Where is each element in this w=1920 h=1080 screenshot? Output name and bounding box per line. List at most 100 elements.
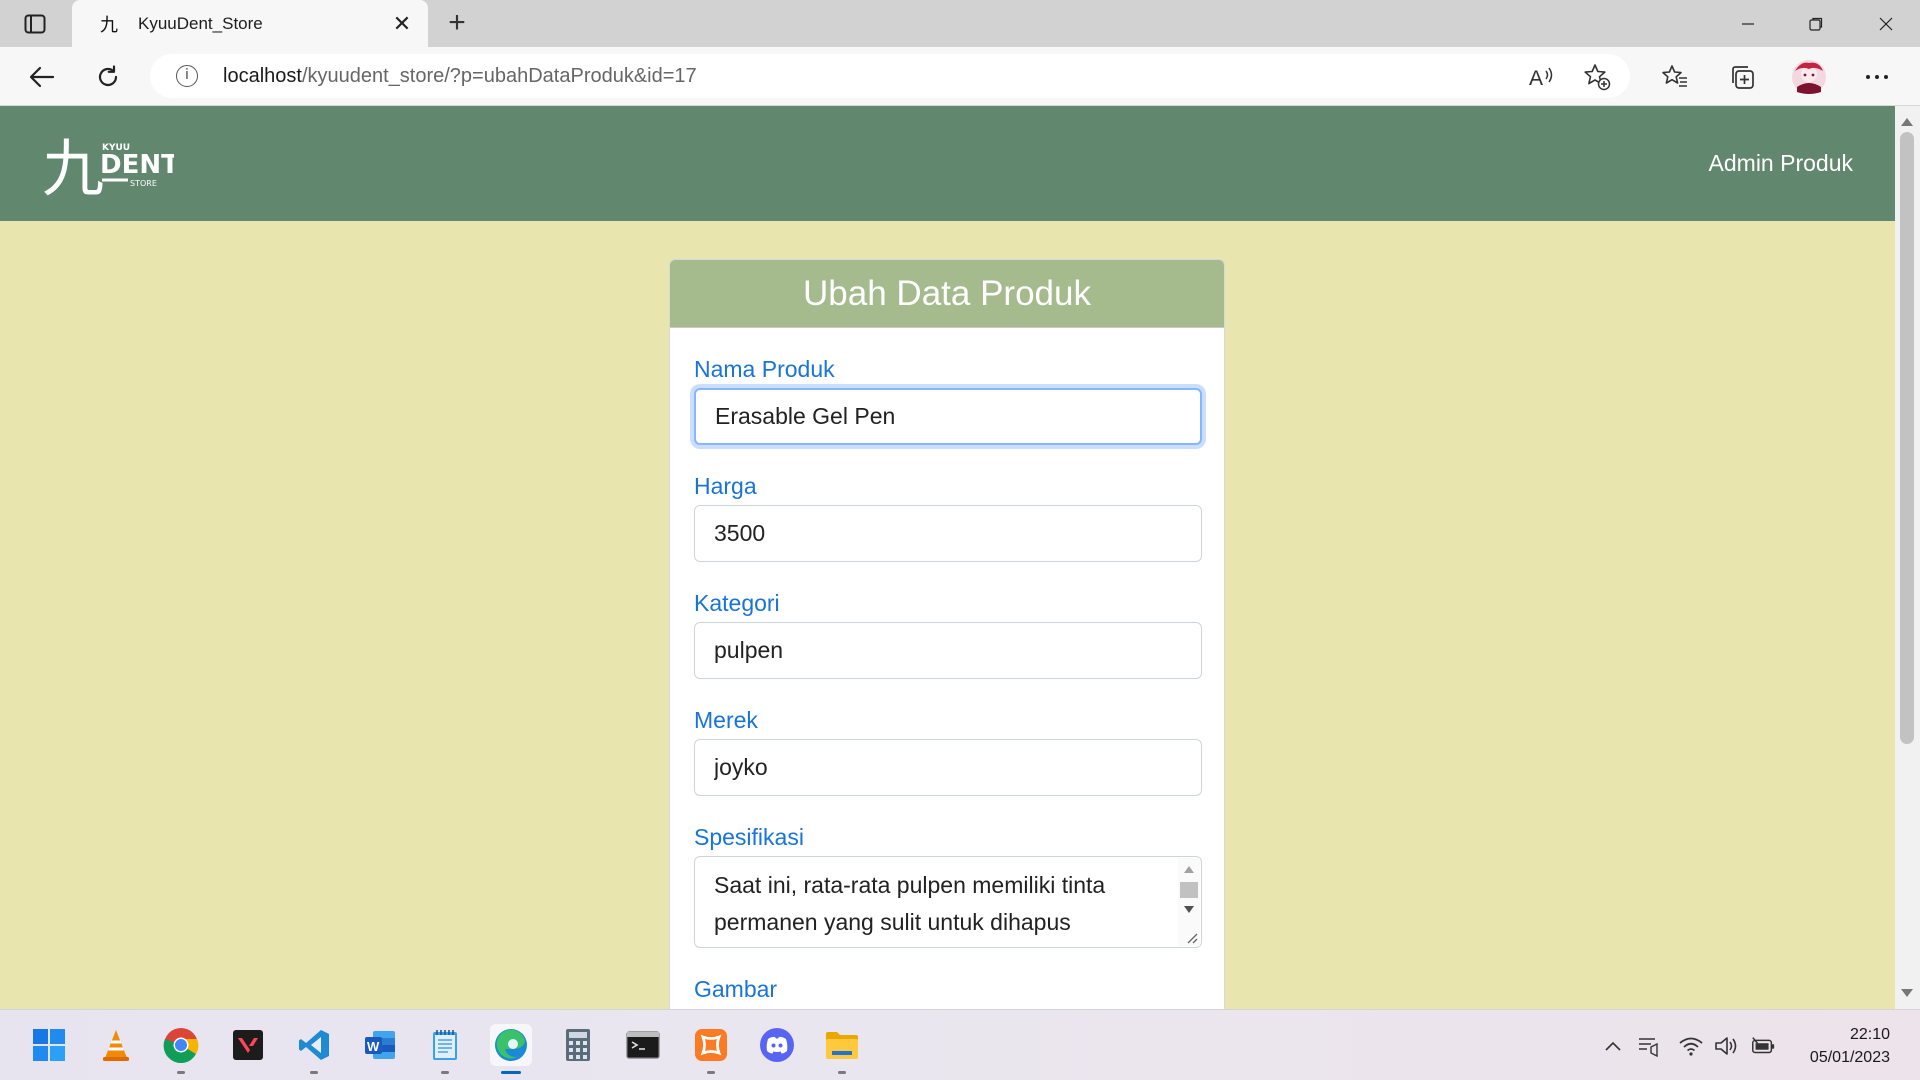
word-icon: W xyxy=(365,1031,395,1059)
reload-icon xyxy=(98,65,118,86)
site-favicon-icon: 九 xyxy=(100,14,118,36)
window-close-button[interactable] xyxy=(1852,0,1920,47)
new-tab-button[interactable]: + xyxy=(440,8,474,40)
back-button[interactable] xyxy=(22,57,62,97)
field-kategori: Kategori xyxy=(694,590,1202,679)
collections-button[interactable] xyxy=(1722,57,1762,97)
restore-button[interactable] xyxy=(1782,0,1850,47)
clock-time: 22:10 xyxy=(1849,1026,1890,1043)
collections-icon xyxy=(1732,66,1754,89)
tray-notification-button[interactable] xyxy=(1636,1033,1662,1059)
page-viewport: 九 KYUU DENT STORE Admin Produk Ubah Data… xyxy=(0,106,1895,1009)
chrome-icon xyxy=(163,1028,199,1063)
logo-store-text: STORE xyxy=(130,179,157,188)
textarea-scroll-up-icon[interactable] xyxy=(1184,866,1194,873)
running-indicator xyxy=(838,1071,846,1074)
taskbar-word[interactable]: W xyxy=(359,1024,401,1066)
taskbar-notepad[interactable] xyxy=(424,1024,466,1074)
windows-taskbar: W 22:10 05/01/2023 xyxy=(0,1009,1920,1080)
page-scrollbar[interactable] xyxy=(1895,106,1920,1009)
url-text[interactable]: localhost/kyuudent_store/?p=ubahDataProd… xyxy=(223,65,697,88)
field-merek: Merek xyxy=(694,707,1202,796)
back-arrow-icon xyxy=(29,66,55,88)
logo-dent-text: DENT xyxy=(100,150,174,180)
chevron-up-icon xyxy=(1605,1041,1621,1051)
site-logo[interactable]: 九 KYUU DENT STORE xyxy=(42,128,179,205)
kyuudent-logo-icon: 九 KYUU DENT STORE xyxy=(42,132,179,205)
taskbar-vlc[interactable] xyxy=(95,1024,137,1066)
address-bar[interactable]: i localhost/kyuudent_store/?p=ubahDataPr… xyxy=(150,54,1630,98)
tab-actions-button[interactable] xyxy=(18,10,52,38)
gambar-label: Gambar xyxy=(694,976,778,1002)
terminal-icon xyxy=(626,1031,660,1059)
textarea-resize-grip-icon[interactable] xyxy=(1184,930,1198,944)
favorites-button[interactable] xyxy=(1655,57,1695,97)
notepad-icon xyxy=(433,1030,457,1060)
running-indicator xyxy=(310,1071,318,1074)
card-header: Ubah Data Produk xyxy=(670,260,1224,328)
clock-date: 05/01/2023 xyxy=(1809,1049,1890,1066)
merek-input[interactable] xyxy=(694,739,1202,796)
volume-button[interactable] xyxy=(1713,1033,1739,1059)
wifi-button[interactable] xyxy=(1678,1033,1704,1059)
add-favorite-icon xyxy=(1584,64,1611,91)
site-navbar: 九 KYUU DENT STORE Admin Produk xyxy=(0,106,1895,221)
field-harga: Harga xyxy=(694,473,1202,562)
scroll-down-icon[interactable] xyxy=(1901,989,1913,997)
tab-actions-icon xyxy=(24,14,46,34)
minimize-button[interactable] xyxy=(1714,0,1782,47)
battery-button[interactable] xyxy=(1750,1033,1776,1059)
textarea-scroll-thumb[interactable] xyxy=(1180,882,1198,898)
start-button[interactable] xyxy=(28,1024,70,1066)
reload-button[interactable] xyxy=(88,57,128,97)
browser-tab[interactable]: 九 KyuuDent_Store ✕ xyxy=(72,0,428,47)
spesifikasi-textarea[interactable]: Saat ini, rata-rata pulpen memiliki tint… xyxy=(694,856,1202,948)
site-info-icon[interactable]: i xyxy=(176,65,198,87)
taskbar-xampp[interactable] xyxy=(690,1024,732,1074)
notification-icon xyxy=(1639,1038,1658,1057)
taskbar-file-explorer[interactable] xyxy=(821,1024,863,1074)
textarea-scrollbar[interactable] xyxy=(1178,858,1200,946)
taskbar-edge[interactable] xyxy=(490,1024,532,1074)
taskbar-vscode[interactable] xyxy=(293,1024,335,1074)
field-spesifikasi: Spesifikasi Saat ini, rata-rata pulpen m… xyxy=(694,824,1202,948)
page-scroll-thumb[interactable] xyxy=(1900,132,1914,744)
read-aloud-button[interactable]: A xyxy=(1526,62,1556,92)
browser-tab-strip: 九 KyuuDent_Store ✕ + xyxy=(0,0,1920,47)
harga-input[interactable] xyxy=(694,505,1202,562)
nama-produk-input[interactable] xyxy=(694,388,1202,445)
url-host: localhost xyxy=(223,65,302,87)
edit-product-card: Ubah Data Produk Nama Produk Harga Kateg… xyxy=(669,259,1225,1009)
active-indicator xyxy=(501,1071,521,1074)
show-hidden-icons-button[interactable] xyxy=(1600,1033,1626,1059)
textarea-scroll-down-icon[interactable] xyxy=(1184,906,1194,913)
profile-avatar-button[interactable] xyxy=(1789,57,1829,97)
spesifikasi-textarea-wrapper: Saat ini, rata-rata pulpen memiliki tint… xyxy=(694,856,1202,948)
settings-more-button[interactable] xyxy=(1857,57,1897,97)
nav-admin-produk[interactable]: Admin Produk xyxy=(1709,150,1853,177)
more-options-icon xyxy=(1866,75,1888,79)
kategori-input[interactable] xyxy=(694,622,1202,679)
taskbar-chrome[interactable] xyxy=(160,1024,202,1074)
field-gambar: Gambar xyxy=(694,976,1202,1008)
taskbar-terminal[interactable] xyxy=(622,1024,664,1066)
discord-icon xyxy=(760,1028,794,1062)
favorites-icon xyxy=(1662,65,1687,87)
battery-icon xyxy=(1752,1037,1775,1054)
taskbar-discord[interactable] xyxy=(756,1024,798,1066)
xampp-icon xyxy=(695,1029,727,1061)
tab-title: KyuuDent_Store xyxy=(138,13,263,33)
vscode-icon xyxy=(299,1030,329,1060)
taskbar-calculator[interactable] xyxy=(557,1024,599,1066)
tab-close-icon[interactable]: ✕ xyxy=(390,11,414,37)
add-favorite-button[interactable] xyxy=(1582,62,1612,92)
folder-icon xyxy=(826,1032,858,1059)
valorant-icon xyxy=(233,1030,263,1060)
page-title: Ubah Data Produk xyxy=(803,273,1091,313)
edge-icon xyxy=(495,1029,527,1061)
system-clock[interactable]: 22:10 05/01/2023 xyxy=(1810,1023,1890,1069)
running-indicator xyxy=(177,1071,185,1074)
taskbar-valorant[interactable] xyxy=(227,1024,269,1066)
scroll-up-icon[interactable] xyxy=(1901,118,1913,126)
spesifikasi-label: Spesifikasi xyxy=(694,824,804,850)
